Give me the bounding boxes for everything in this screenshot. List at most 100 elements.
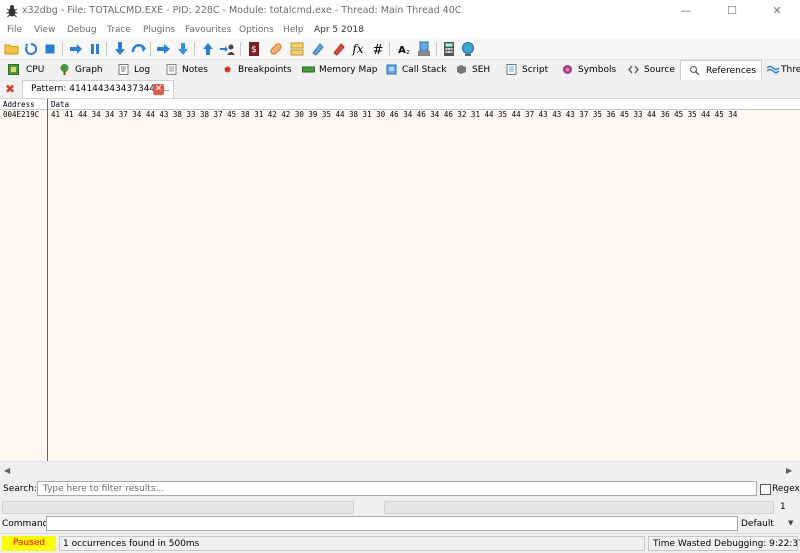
bookmarks-icon[interactable] <box>331 41 347 57</box>
table-row[interactable]: 004E219C 41 41 44 34 34 37 34 44 43 38 3… <box>0 110 800 119</box>
toolbar-separator <box>436 42 437 56</box>
maximize-button[interactable]: ☐ <box>709 0 755 22</box>
toolbar-separator <box>62 42 63 56</box>
menu-trace[interactable]: Trace <box>107 25 131 35</box>
tab-label: Breakpoints <box>238 65 292 75</box>
labels-icon[interactable] <box>310 41 326 57</box>
menu-favourites[interactable]: Favourites <box>185 25 231 35</box>
search-input[interactable]: Type here to filter results... <box>37 481 757 496</box>
notes-icon <box>166 64 177 75</box>
menu-build-date: Apr 5 2018 <box>314 25 364 35</box>
symbols-icon <box>563 65 572 74</box>
restart-icon[interactable] <box>23 41 39 57</box>
debug-state-badge: Paused <box>2 536 56 551</box>
results-table[interactable]: Address Data 004E219C 41 41 44 34 34 37 … <box>0 98 800 462</box>
tab-call-stack[interactable]: Call Stack <box>382 60 447 80</box>
horizontal-scrollbar[interactable]: ◀ ▶ <box>0 461 800 479</box>
search-placeholder: Type here to filter results... <box>43 484 165 494</box>
source-icon <box>628 65 639 74</box>
pause-icon[interactable] <box>87 41 103 57</box>
step-over-icon[interactable] <box>131 41 147 57</box>
close-tab-icon[interactable]: ✕ <box>153 84 164 95</box>
menu-bar: File View Debug Trace Plugins Favourites… <box>0 22 800 39</box>
run-icon[interactable] <box>68 41 84 57</box>
pattern-search-tab[interactable]: Pattern: 4141443434373444... ✕ <box>22 80 174 99</box>
toolbar-separator <box>194 42 195 56</box>
scroll-right-icon[interactable]: ▶ <box>786 466 792 475</box>
comments-icon[interactable] <box>289 41 305 57</box>
functions-icon[interactable]: fx <box>350 41 366 57</box>
tab-notes[interactable]: Notes <box>162 60 212 80</box>
hash-icon[interactable]: # <box>370 41 386 57</box>
execute-till-return-icon[interactable] <box>200 41 216 57</box>
menu-file[interactable]: File <box>7 25 22 35</box>
minimize-button[interactable]: — <box>663 0 709 22</box>
cell-address: 004E219C <box>3 110 40 119</box>
tab-label: Source <box>644 65 675 75</box>
tab-label: Graph <box>75 65 103 75</box>
column-header-address[interactable]: Address <box>3 100 35 109</box>
scroll-left-icon[interactable]: ◀ <box>4 466 10 475</box>
tab-script[interactable]: Script <box>502 60 550 80</box>
run-to-user-code-icon[interactable] <box>219 41 235 57</box>
bug-icon <box>6 5 18 18</box>
tab-label: Symbols <box>578 65 617 75</box>
menu-view[interactable]: View <box>34 25 55 35</box>
tab-bar: CPU Graph Log Notes Breakpoints Memory M… <box>0 60 800 81</box>
memory-map-icon <box>302 66 315 73</box>
step-into-icon[interactable] <box>112 41 128 57</box>
command-mode-select[interactable]: Default ▼ <box>739 516 799 531</box>
tab-memory-map[interactable]: Memory Map <box>298 60 378 80</box>
pattern-tab-label: Pattern: 4141443434373444... <box>31 84 170 94</box>
tab-threads[interactable]: Thre <box>764 60 800 80</box>
close-window-button[interactable]: ✕ <box>754 0 800 22</box>
command-input[interactable] <box>46 516 738 531</box>
time-wasted-panel: Time Wasted Debugging: 9:22:37:35 <box>648 536 800 551</box>
trace-into-icon[interactable] <box>156 41 172 57</box>
status-bar: Paused 1 occurrences found in 500ms Time… <box>0 533 800 553</box>
tab-label: Memory Map <box>319 65 378 75</box>
tab-log[interactable]: Log <box>114 60 158 80</box>
tab-label: Log <box>134 65 151 75</box>
trace-over-icon[interactable] <box>175 41 191 57</box>
tab-source[interactable]: Source <box>624 60 675 80</box>
tab-symbols[interactable]: Symbols <box>558 60 616 80</box>
menu-help[interactable]: Help <box>283 25 304 35</box>
progress-row: 1 <box>0 499 800 514</box>
call-stack-icon <box>386 64 397 75</box>
tab-references[interactable]: References <box>680 60 762 81</box>
command-row: Command: Default ▼ <box>0 514 800 533</box>
calculator-icon[interactable] <box>441 41 457 57</box>
menu-debug[interactable]: Debug <box>67 25 97 35</box>
regex-checkbox[interactable] <box>760 484 771 495</box>
search-label: Search: <box>3 484 37 494</box>
column-header-data[interactable]: Data <box>51 100 69 109</box>
close-all-references-icon[interactable]: ✖ <box>4 83 16 95</box>
menu-plugins[interactable]: Plugins <box>143 25 175 35</box>
tab-label: CPU <box>26 65 45 75</box>
tab-graph[interactable]: Graph <box>55 60 110 80</box>
patch-icon[interactable] <box>268 41 284 57</box>
breakpoint-icon <box>224 66 231 73</box>
menu-options[interactable]: Options <box>239 25 274 35</box>
toolbar-separator <box>150 42 151 56</box>
scylla-icon[interactable]: $ <box>246 41 262 57</box>
tab-breakpoints[interactable]: Breakpoints <box>218 60 292 80</box>
svg-text:$: $ <box>251 45 257 55</box>
user-database-icon[interactable] <box>416 41 432 57</box>
search-icon <box>689 65 700 76</box>
toolbar: $ fx # Az <box>0 39 800 60</box>
tab-seh[interactable]: SEH <box>452 60 496 80</box>
script-icon <box>506 64 517 75</box>
open-folder-icon[interactable] <box>4 41 20 57</box>
tab-cpu[interactable]: CPU <box>2 60 52 80</box>
status-message: 1 occurrences found in 500ms <box>63 539 200 549</box>
tab-label: References <box>706 66 757 76</box>
tab-label: Script <box>522 65 549 75</box>
strings-icon[interactable]: Az <box>395 41 411 57</box>
stop-icon[interactable] <box>42 41 58 57</box>
time-wasted-debugging: Time Wasted Debugging: 9:22:37:35 <box>653 539 800 549</box>
seh-icon <box>457 65 466 74</box>
regex-label: Regex <box>772 484 800 494</box>
globe-icon[interactable] <box>460 41 476 57</box>
